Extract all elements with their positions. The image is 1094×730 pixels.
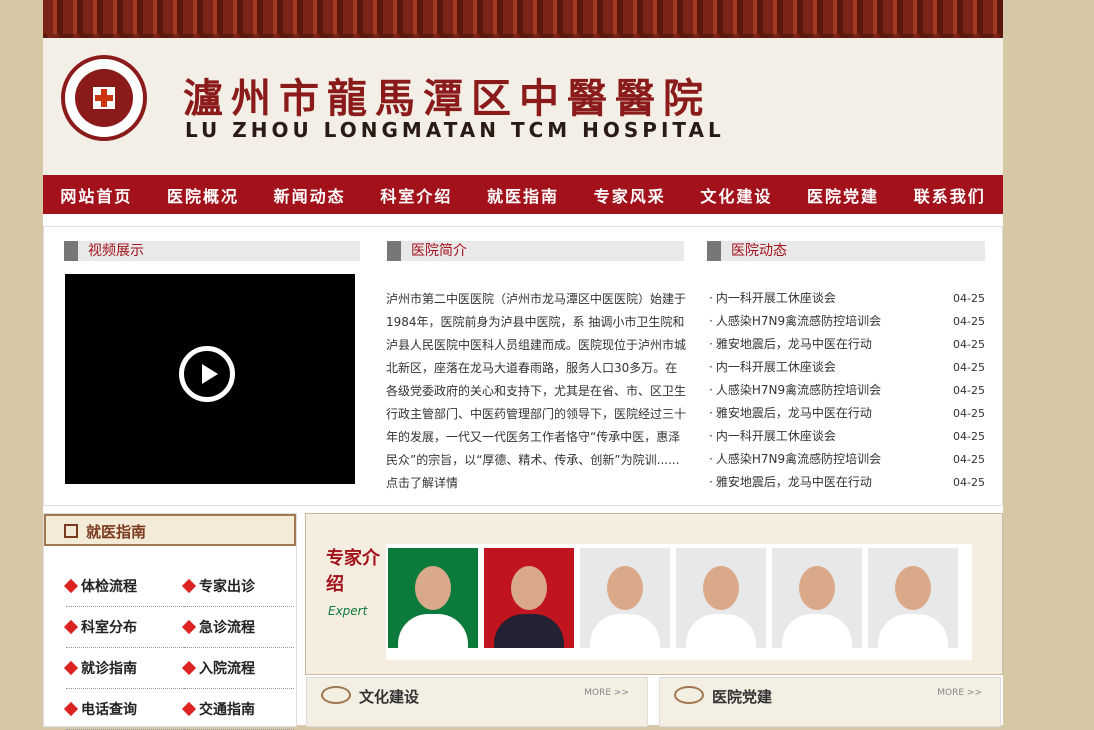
intro-panel-title: 医院简介 [387,241,684,261]
news-item[interactable]: 内一科开展工休座谈会04-25 [709,425,985,448]
culture-more-link[interactable]: MORE >> [584,688,629,698]
expert-title-en: Expert [328,604,368,618]
video-title-text: 视频展示 [88,243,144,259]
news-panel-title: 医院动态 [707,241,985,261]
expert-photos [386,544,972,660]
intro-title-text: 医院简介 [411,243,467,259]
expert-photo[interactable] [772,548,862,648]
guide-title: 就医指南 [86,523,147,541]
news-item[interactable]: 雅安地震后，龙马中医在行动04-25 [709,402,985,425]
diamond-icon [181,619,197,635]
cloud-icon [674,686,704,704]
expert-title: 专家介绍 [326,548,380,595]
guide-link[interactable]: 入院流程 [181,648,294,689]
culture-title: 文化建设 [359,688,420,706]
expert-photo[interactable] [580,548,670,648]
nav-culture[interactable]: 文化建设 [683,175,790,214]
party-more-link[interactable]: MORE >> [937,688,982,698]
diamond-icon [181,660,197,676]
news-item[interactable]: 雅安地震后，龙马中医在行动04-25 [709,471,985,494]
content-strip: 视频展示 医院简介 泸州市第二中医医院（泸州市龙马潭区中医医院）始建于1984年… [43,226,1003,506]
expert-photo[interactable] [484,548,574,648]
expert-photo[interactable] [868,548,958,648]
news-title-text: 医院动态 [731,243,787,259]
guide-link[interactable]: 专家出诊 [181,566,294,607]
guide-link[interactable]: 科室分布 [63,607,184,648]
guide-panel: 就医指南 体检流程 专家出诊 科室分布 急诊流程 就诊指南 入院流程 电话查询 … [43,513,297,730]
diamond-icon [63,701,79,717]
nav-experts[interactable]: 专家风采 [576,175,683,214]
diamond-icon [181,578,197,594]
diamond-icon [63,619,79,635]
party-panel: 医院党建 MORE >> [659,677,1001,727]
nav-home[interactable]: 网站首页 [43,175,150,214]
main-nav: 网站首页 医院概况 新闻动态 科室介绍 就医指南 专家风采 文化建设 医院党建 … [43,175,1003,214]
news-item[interactable]: 内一科开展工休座谈会04-25 [709,287,985,310]
video-panel-title: 视频展示 [64,241,360,261]
guide-link[interactable]: 急诊流程 [181,607,294,648]
site-title-en: LU ZHOU LONGMATAN TCM HOSPITAL [185,118,725,142]
guide-link[interactable]: 电话查询 [63,689,184,730]
news-item[interactable]: 人感染H7N9禽流感防控培训会04-25 [709,379,985,402]
guide-header: 就医指南 [44,514,296,546]
nav-overview[interactable]: 医院概况 [150,175,257,214]
nav-party[interactable]: 医院党建 [790,175,897,214]
nav-news[interactable]: 新闻动态 [256,175,363,214]
nav-guide[interactable]: 就医指南 [470,175,577,214]
nav-contact[interactable]: 联系我们 [896,175,1003,214]
news-item[interactable]: 雅安地震后，龙马中医在行动04-25 [709,333,985,356]
hospital-logo-seal [61,55,147,141]
guide-link[interactable]: 交通指南 [181,689,294,730]
play-icon[interactable] [179,346,235,402]
cross-icon [93,87,115,109]
site-header: 瀘州市龍馬潭区中醫醫院 LU ZHOU LONGMATAN TCM HOSPIT… [43,38,1003,175]
news-item[interactable]: 人感染H7N9禽流感防控培训会04-25 [709,310,985,333]
page: 瀘州市龍馬潭区中醫醫院 LU ZHOU LONGMATAN TCM HOSPIT… [43,0,1003,730]
video-player[interactable] [65,274,355,484]
diamond-icon [181,701,197,717]
diamond-icon [63,660,79,676]
grid-icon [64,524,78,538]
guide-link[interactable]: 就诊指南 [63,648,184,689]
culture-panel: 文化建设 MORE >> [306,677,648,727]
guide-link[interactable]: 体检流程 [63,566,184,607]
site-title-cn: 瀘州市龍馬潭区中醫醫院 [183,75,711,122]
expert-scroll: 专家介绍 Expert [305,513,1003,675]
news-item[interactable]: 内一科开展工休座谈会04-25 [709,356,985,379]
news-list: 内一科开展工休座谈会04-25 人感染H7N9禽流感防控培训会04-25 雅安地… [709,287,985,494]
party-title: 医院党建 [712,688,773,706]
expert-photo[interactable] [388,548,478,648]
roof-banner [43,0,1003,44]
expert-photo[interactable] [676,548,766,648]
guide-links: 体检流程 专家出诊 科室分布 急诊流程 就诊指南 入院流程 电话查询 交通指南 [63,566,294,730]
intro-text[interactable]: 泸州市第二中医医院（泸州市龙马潭区中医医院）始建于1984年，医院前身为泸县中医… [386,288,686,495]
cloud-icon [321,686,351,704]
nav-departments[interactable]: 科室介绍 [363,175,470,214]
news-item[interactable]: 人感染H7N9禽流感防控培训会04-25 [709,448,985,471]
diamond-icon [63,578,79,594]
